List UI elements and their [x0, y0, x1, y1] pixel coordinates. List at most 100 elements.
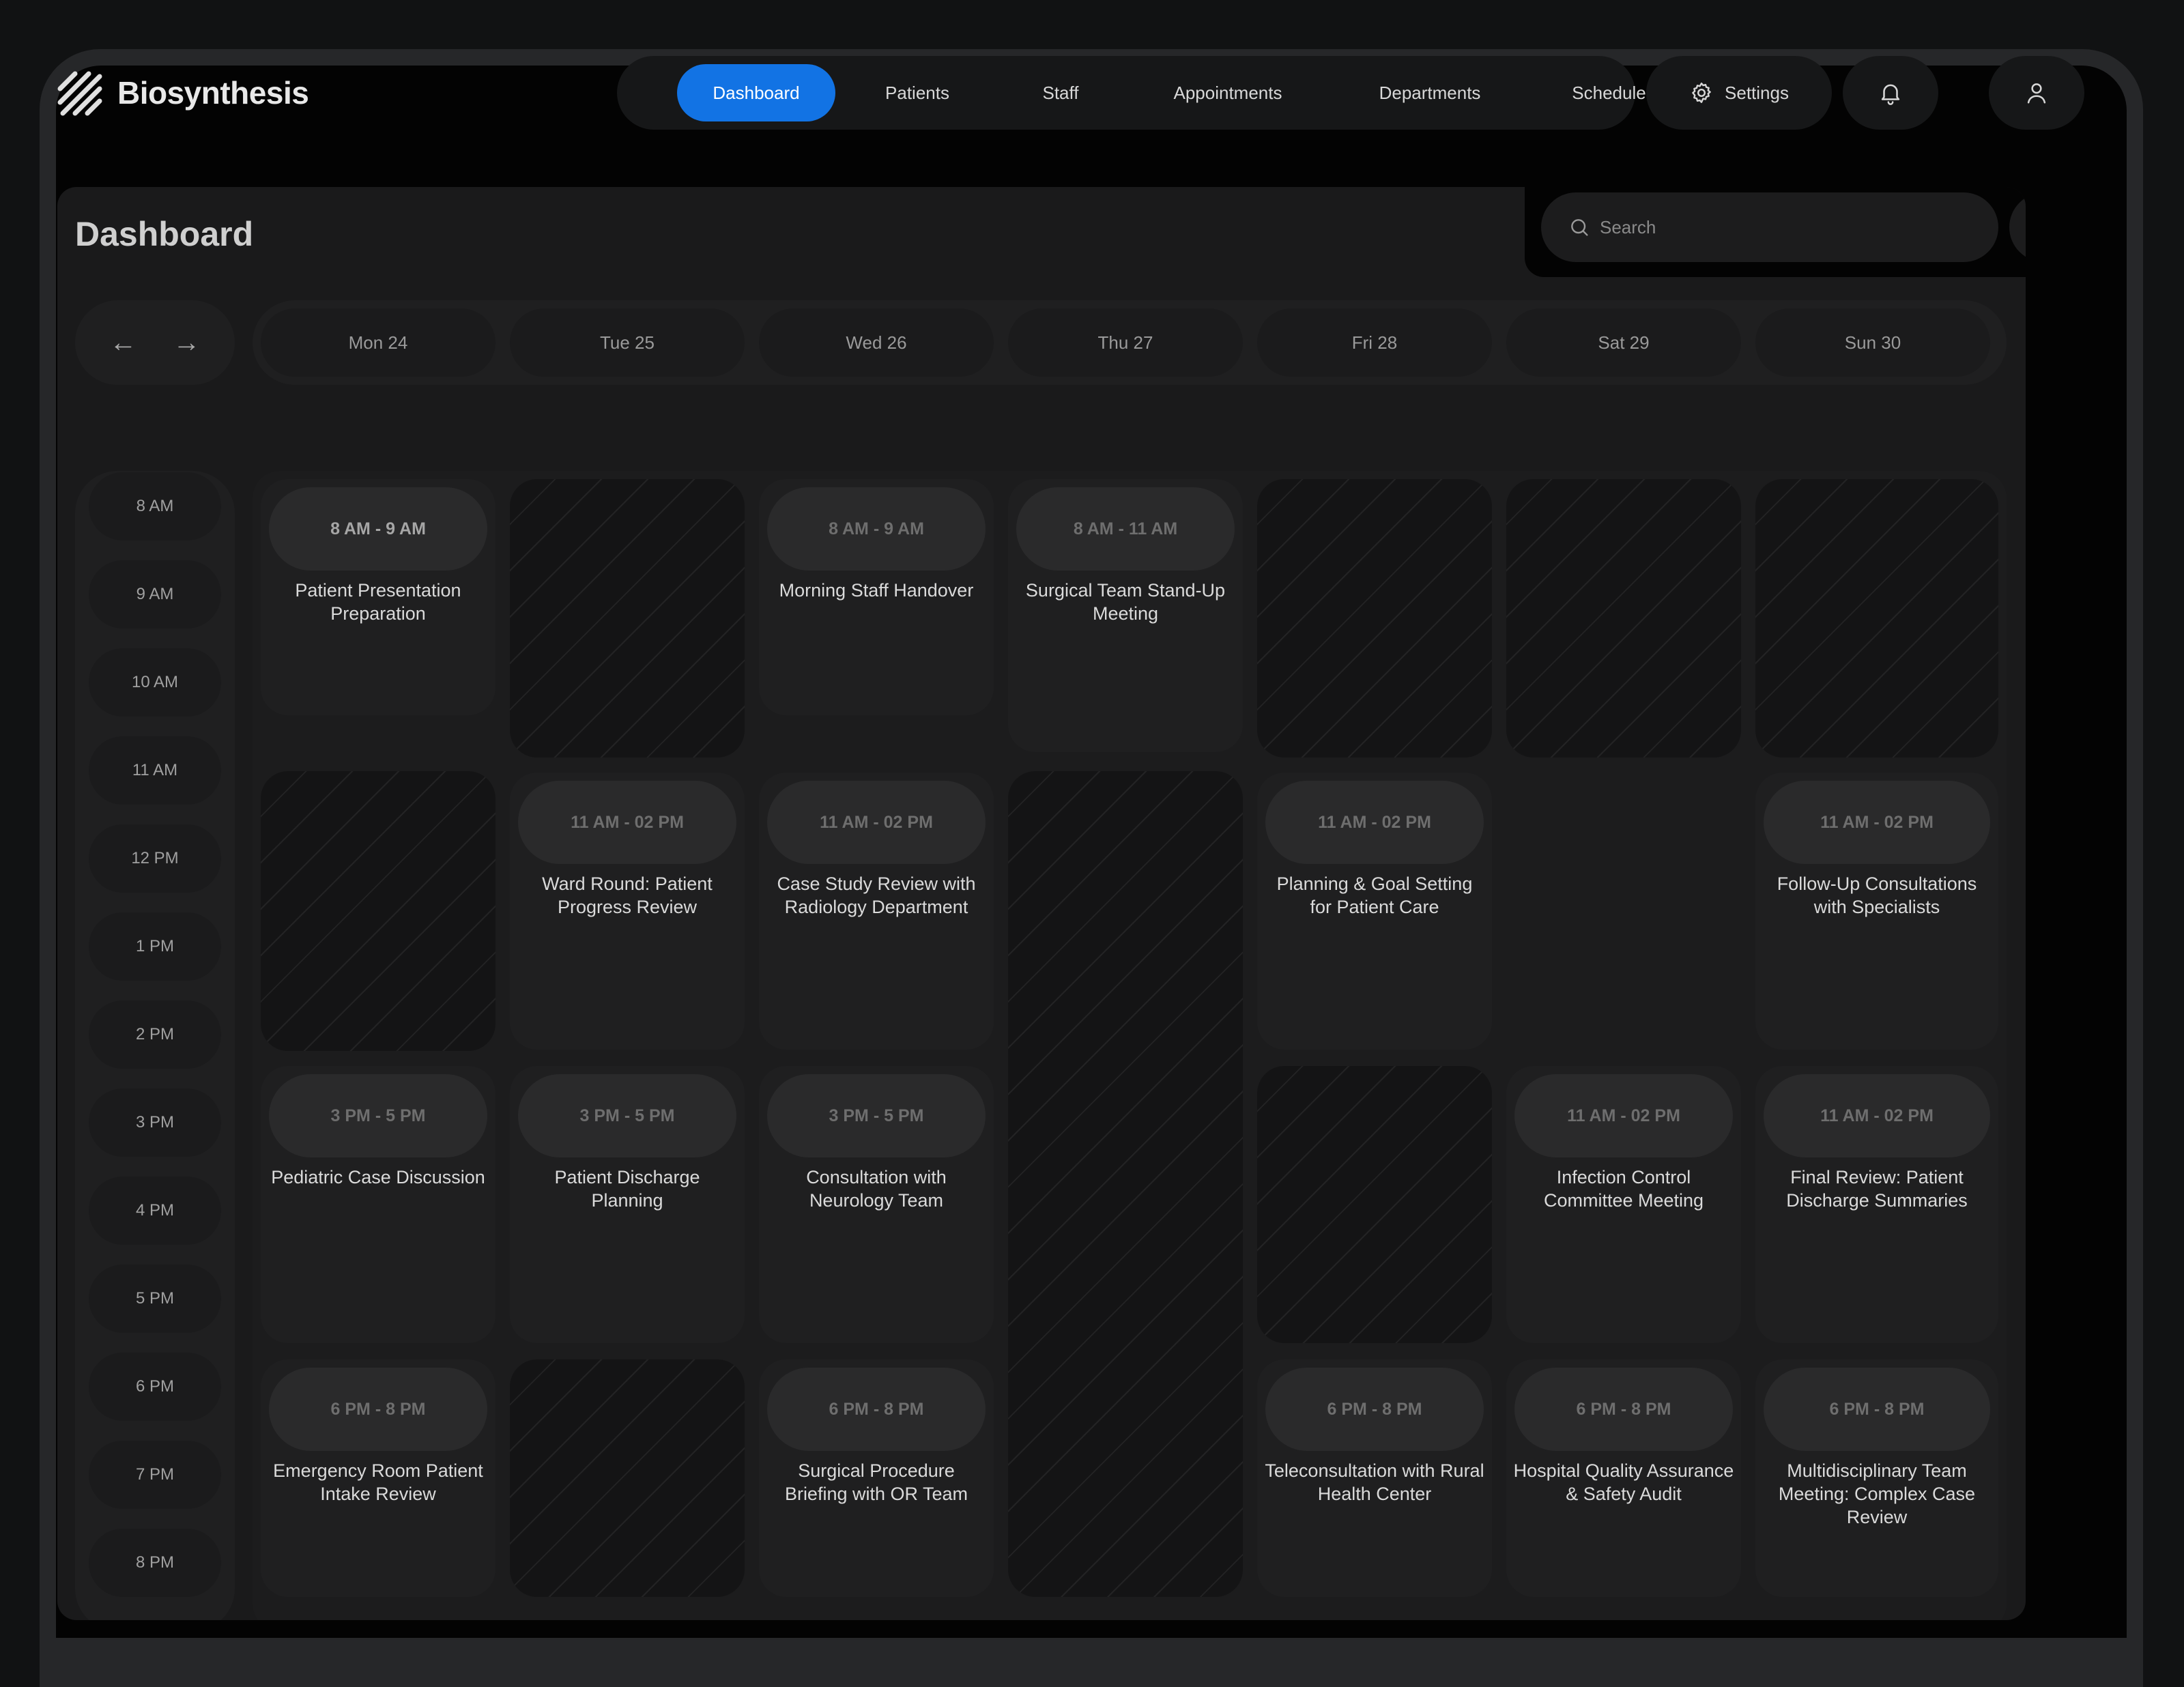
- event-time: 11 AM - 02 PM: [767, 781, 986, 864]
- event-time: 8 AM - 9 AM: [269, 487, 487, 571]
- event-card[interactable]: 11 AM - 02 PM Follow-Up Consultations wi…: [1755, 773, 1998, 1050]
- event-title: Hospital Quality Assurance & Safety Audi…: [1513, 1460, 1734, 1504]
- event-title: Consultation with Neurology Team: [806, 1167, 947, 1211]
- event-time: 11 AM - 02 PM: [1514, 1074, 1733, 1157]
- dashboard-panel: Dashboard ← → Mon 24 Tue 25 Wed 26 Thu 2…: [57, 187, 2026, 1620]
- event-card[interactable]: 8 AM - 11 AM Surgical Team Stand-Up Meet…: [1008, 479, 1243, 752]
- event-title: Pediatric Case Discussion: [271, 1167, 485, 1187]
- event-card[interactable]: 6 PM - 8 PM Teleconsultation with Rural …: [1257, 1359, 1492, 1597]
- days-header: Mon 24 Tue 25 Wed 26 Thu 27 Fri 28 Sat 2…: [253, 300, 2007, 385]
- main-nav: Dashboard Patients Staff Appointments De…: [617, 56, 1655, 130]
- time-label: 12 PM: [131, 849, 179, 867]
- profile-button[interactable]: [1989, 56, 2084, 130]
- event-title: Surgical Procedure Briefing with OR Team: [784, 1460, 968, 1504]
- empty-slot: [1008, 771, 1243, 1597]
- settings-icon: [1692, 83, 1711, 103]
- event-time: 11 AM - 02 PM: [1764, 1074, 1990, 1157]
- time-label: 3 PM: [135, 1113, 174, 1131]
- settings-label: Settings: [1725, 82, 1789, 103]
- event-title: Patient Discharge Planning: [554, 1167, 700, 1211]
- event-card[interactable]: 3 PM - 5 PM Consultation with Neurology …: [759, 1066, 994, 1343]
- event-time: 6 PM - 8 PM: [1514, 1368, 1733, 1451]
- event-card[interactable]: 11 AM - 02 PM Infection Control Committe…: [1506, 1066, 1741, 1343]
- time-label: 8 PM: [135, 1553, 174, 1572]
- time-label: 5 PM: [135, 1289, 174, 1308]
- event-title: Follow-Up Consultations with Specialists: [1777, 874, 1977, 917]
- day-header[interactable]: Wed 26: [759, 308, 994, 377]
- calendar-grid: 8 AM - 9 AM Patient Presentation Prepara…: [253, 471, 2007, 1620]
- empty-slot: [510, 479, 745, 758]
- user-icon: [2027, 83, 2046, 104]
- event-title: Infection Control Committee Meeting: [1543, 1167, 1704, 1211]
- event-time: 6 PM - 8 PM: [1265, 1368, 1484, 1451]
- event-card[interactable]: 3 PM - 5 PM Patient Discharge Planning: [510, 1066, 745, 1343]
- event-title: Case Study Review with Radiology Departm…: [777, 874, 976, 917]
- event-title: Multidisciplinary Team Meeting: Complex …: [1778, 1460, 1976, 1527]
- search-icon: [1571, 219, 1588, 236]
- event-card[interactable]: 11 AM - 02 PM Ward Round: Patient Progre…: [510, 773, 745, 1050]
- event-time: 6 PM - 8 PM: [1764, 1368, 1990, 1451]
- brand-name: Biosynthesis: [117, 75, 309, 111]
- day-header[interactable]: Mon 24: [261, 308, 495, 377]
- event-card[interactable]: 3 PM - 5 PM Pediatric Case Discussion: [261, 1066, 495, 1343]
- event-card[interactable]: 8 AM - 9 AM Patient Presentation Prepara…: [261, 479, 495, 715]
- event-time: 6 PM - 8 PM: [767, 1368, 986, 1451]
- day-header[interactable]: Sat 29: [1506, 308, 1741, 377]
- event-card[interactable]: 6 PM - 8 PM Surgical Procedure Briefing …: [759, 1359, 994, 1597]
- search-field[interactable]: [1541, 192, 1998, 262]
- event-title: Planning & Goal Setting for Patient Care: [1276, 874, 1473, 917]
- nav-dashboard[interactable]: Dashboard: [677, 64, 835, 121]
- event-time: 11 AM - 02 PM: [518, 781, 736, 864]
- empty-slot: [1257, 479, 1492, 758]
- logo-icon: [57, 71, 102, 116]
- event-time: 3 PM - 5 PM: [269, 1074, 487, 1157]
- event-title: Morning Staff Handover: [779, 580, 974, 601]
- nav-patients[interactable]: Patients: [842, 64, 992, 121]
- event-card[interactable]: 6 PM - 8 PM Hospital Quality Assurance &…: [1506, 1359, 1741, 1597]
- event-time: 11 AM - 02 PM: [1265, 781, 1484, 864]
- time-label: 11 AM: [132, 761, 178, 779]
- empty-slot: [1755, 479, 1998, 758]
- arrow-left-icon[interactable]: ←: [110, 329, 137, 356]
- week-navigation: ← →: [75, 300, 235, 385]
- empty-slot: [1506, 479, 1741, 758]
- event-card[interactable]: 6 PM - 8 PM Multidisciplinary Team Meeti…: [1755, 1359, 1998, 1597]
- brand-logo[interactable]: Biosynthesis: [56, 68, 309, 117]
- day-header[interactable]: Fri 28: [1257, 308, 1492, 377]
- event-card[interactable]: 8 AM - 9 AM Morning Staff Handover: [759, 479, 994, 715]
- event-title: Surgical Team Stand-Up Meeting: [1025, 580, 1226, 624]
- time-label: 10 AM: [131, 673, 179, 691]
- day-header[interactable]: Thu 27: [1008, 308, 1243, 377]
- event-time: 6 PM - 8 PM: [269, 1368, 487, 1451]
- event-title: Teleconsultation with Rural Health Cente…: [1265, 1460, 1484, 1504]
- event-time: 3 PM - 5 PM: [518, 1074, 736, 1157]
- search-input[interactable]: [1600, 216, 1955, 238]
- nav-departments[interactable]: Departments: [1334, 64, 1526, 121]
- event-card[interactable]: 11 AM - 02 PM Case Study Review with Rad…: [759, 773, 994, 1050]
- arrow-right-icon[interactable]: →: [173, 329, 201, 356]
- settings-button[interactable]: Settings: [1646, 56, 1832, 130]
- nav-appointments[interactable]: Appointments: [1129, 64, 1327, 121]
- day-header[interactable]: Tue 25: [510, 308, 745, 377]
- bell-icon: [1881, 84, 1900, 105]
- time-label: 1 PM: [135, 937, 174, 955]
- empty-slot: [261, 771, 495, 1051]
- time-label: 7 PM: [135, 1465, 174, 1484]
- time-label: 2 PM: [135, 1025, 174, 1043]
- empty-slot: [1257, 1066, 1492, 1343]
- event-card[interactable]: 11 AM - 02 PM Final Review: Patient Disc…: [1755, 1066, 1998, 1343]
- day-header[interactable]: Sun 30: [1755, 308, 1990, 377]
- event-title: Ward Round: Patient Progress Review: [542, 874, 713, 917]
- event-time: 3 PM - 5 PM: [767, 1074, 986, 1157]
- time-label: 6 PM: [135, 1377, 174, 1396]
- time-label: 4 PM: [135, 1201, 174, 1220]
- empty-slot: [510, 1359, 745, 1597]
- time-label: 9 AM: [136, 585, 174, 603]
- event-card[interactable]: 11 AM - 02 PM Planning & Goal Setting fo…: [1257, 773, 1492, 1050]
- notifications-button[interactable]: [1843, 56, 1938, 130]
- event-title: Emergency Room Patient Intake Review: [273, 1460, 483, 1504]
- event-title: Patient Presentation Preparation: [295, 580, 461, 624]
- time-column: 8 AM 9 AM 10 AM 11 AM 12 PM 1 PM 2 PM 3 …: [75, 471, 235, 1620]
- nav-staff[interactable]: Staff: [999, 64, 1122, 121]
- event-card[interactable]: 6 PM - 8 PM Emergency Room Patient Intak…: [261, 1359, 495, 1597]
